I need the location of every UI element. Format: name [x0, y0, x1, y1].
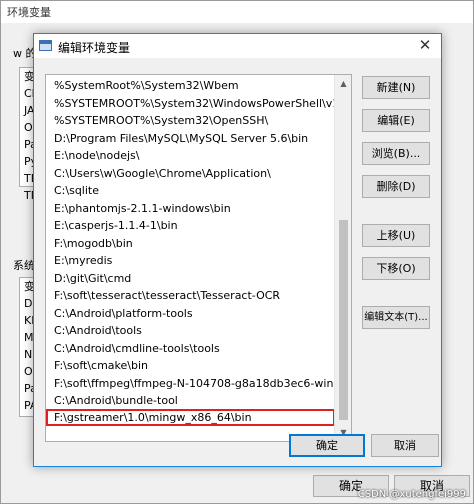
move-up-button[interactable]: 上移(U)	[362, 224, 430, 247]
path-item[interactable]: E:\casperjs-1.1.4-1\bin	[46, 216, 335, 234]
new-button[interactable]: 新建(N)	[362, 76, 430, 99]
path-item[interactable]: F:\mogodb\bin	[46, 234, 335, 252]
scroll-thumb[interactable]	[339, 220, 348, 420]
watermark: CSDN @xutengfei999	[357, 489, 466, 500]
path-item[interactable]: C:\Android\platform-tools	[46, 304, 335, 322]
path-item-selected[interactable]: F:\gstreamer\1.0\mingw_x86_64\bin	[46, 408, 335, 426]
edit-button[interactable]: 编辑(E)	[362, 109, 430, 132]
path-item[interactable]: F:\soft\ffmpeg\ffmpeg-N-104708-g8a18db3e…	[46, 374, 335, 392]
dialog-cancel-button[interactable]: 取消	[371, 434, 439, 457]
dialog-title: 编辑环境变量	[58, 41, 131, 55]
path-item[interactable]: D:\Program Files\MySQL\MySQL Server 5.6\…	[46, 129, 335, 147]
path-item[interactable]: E:\node\nodejs\	[46, 146, 335, 164]
system-variables-label: 系统	[13, 259, 35, 272]
dialog-titlebar: 编辑环境变量 ✕	[34, 34, 441, 58]
path-item[interactable]: E:\phantomjs-2.1.1-windows\bin	[46, 199, 335, 217]
browse-button[interactable]: 浏览(B)...	[362, 142, 430, 165]
path-listbox[interactable]: %SystemRoot%\System32\Wbem %SYSTEMROOT%\S…	[45, 74, 352, 442]
window-icon	[39, 40, 52, 51]
vertical-scrollbar[interactable]: ▲ ▼	[334, 75, 351, 441]
path-item[interactable]: C:\Android\bundle-tool	[46, 391, 335, 409]
dialog-ok-button[interactable]: 确定	[289, 434, 365, 457]
edit-env-variable-dialog: 编辑环境变量 ✕ %SystemRoot%\System32\Wbem %SYST…	[33, 33, 442, 467]
move-down-button[interactable]: 下移(O)	[362, 257, 430, 280]
path-item[interactable]: C:\sqlite	[46, 181, 335, 199]
path-item[interactable]: %SYSTEMROOT%\System32\WindowsPowerShell\…	[46, 94, 335, 112]
path-item[interactable]: %SystemRoot%\System32\Wbem	[46, 76, 335, 94]
path-item[interactable]: C:\Android\tools	[46, 321, 335, 339]
path-item[interactable]: C:\Users\w\Google\Chrome\Application\	[46, 164, 335, 182]
delete-button[interactable]: 删除(D)	[362, 175, 430, 198]
path-items: %SystemRoot%\System32\Wbem %SYSTEMROOT%\S…	[46, 76, 335, 426]
path-item[interactable]: F:\soft\tesseract\tesseract\Tesseract-OC…	[46, 286, 335, 304]
path-item[interactable]: D:\git\Git\cmd	[46, 269, 335, 287]
path-item[interactable]: %SYSTEMROOT%\System32\OpenSSH\	[46, 111, 335, 129]
path-item[interactable]: E:\myredis	[46, 251, 335, 269]
scroll-up-icon[interactable]: ▲	[335, 75, 351, 92]
path-item[interactable]: F:\soft\cmake\bin	[46, 356, 335, 374]
path-item[interactable]: C:\Android\cmdline-tools\tools	[46, 339, 335, 357]
outer-window-title: 环境变量	[7, 6, 51, 19]
edit-text-button[interactable]: 编辑文本(T)...	[362, 306, 430, 329]
close-icon[interactable]: ✕	[415, 36, 435, 54]
outer-titlebar: 环境变量	[1, 1, 473, 23]
